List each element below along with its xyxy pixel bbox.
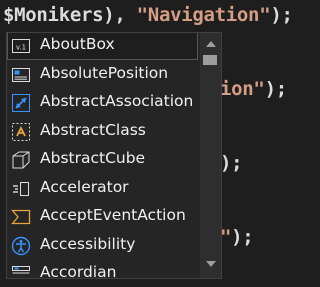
code-token: );: [264, 78, 288, 100]
completion-item-label: AbstractCube: [40, 149, 146, 167]
completion-item-label: Accelerator: [40, 177, 129, 196]
code-token: "Navigation": [136, 4, 271, 26]
code-line-3: );: [220, 152, 243, 174]
completion-item-label: AbstractClass: [40, 120, 146, 139]
scrollbar-thumb[interactable]: [203, 55, 217, 65]
abstract-association-icon: [11, 93, 31, 113]
completion-item-accelerator[interactable]: Accelerator: [7, 175, 198, 203]
code-token: );: [270, 4, 293, 26]
completion-item-accessibility[interactable]: Accessibility: [7, 232, 198, 260]
completion-item-abstractassociation[interactable]: AbstractAssociation: [7, 89, 198, 117]
about-box-icon: v.1: [11, 36, 31, 56]
accept-event-action-icon: [11, 207, 31, 227]
completion-item-absoluteposition[interactable]: AbsolutePosition: [7, 61, 198, 89]
accelerator-icon: [11, 179, 31, 199]
code-line-4: ");: [220, 226, 254, 248]
code-line-1: $Monikers), "Navigation");: [3, 4, 293, 26]
completion-item-label: AboutBox: [40, 35, 115, 53]
absolute-position-icon: [11, 65, 31, 85]
completion-item-label: AbstractAssociation: [40, 92, 194, 110]
code-token: ion": [220, 78, 265, 100]
scroll-down-icon[interactable]: [205, 259, 217, 269]
accessibility-icon: [11, 236, 31, 256]
completion-item-aboutbox[interactable]: v.1 AboutBox: [7, 33, 198, 60]
accordian-icon: [11, 264, 31, 278]
completion-item-label: Accessibility: [40, 234, 136, 253]
completion-item-label: AbsolutePosition: [40, 63, 169, 82]
completion-item-abstractclass[interactable]: AbstractClass: [7, 118, 198, 146]
abstract-cube-icon: [11, 150, 31, 170]
intellisense-popup: v.1 AboutBox AbsolutePosition AbstractAssoc…: [6, 32, 222, 279]
completion-item-accepteventaction[interactable]: AcceptEventAction: [7, 203, 198, 231]
scroll-up-icon[interactable]: [205, 39, 217, 49]
scrollbar[interactable]: [200, 33, 221, 278]
code-token: );: [231, 226, 254, 248]
completion-item-label: Accordian: [40, 263, 117, 279]
code-token: $Monikers),: [3, 4, 137, 26]
completion-item-accordian[interactable]: Accordian: [7, 260, 198, 279]
svg-text:v.1: v.1: [16, 44, 26, 52]
code-token: );: [220, 152, 243, 174]
completion-item-abstractcube[interactable]: AbstractCube: [7, 146, 198, 174]
abstract-class-icon: [11, 122, 31, 142]
code-line-2: ion");: [220, 78, 287, 100]
completion-item-label: AcceptEventAction: [40, 206, 186, 224]
